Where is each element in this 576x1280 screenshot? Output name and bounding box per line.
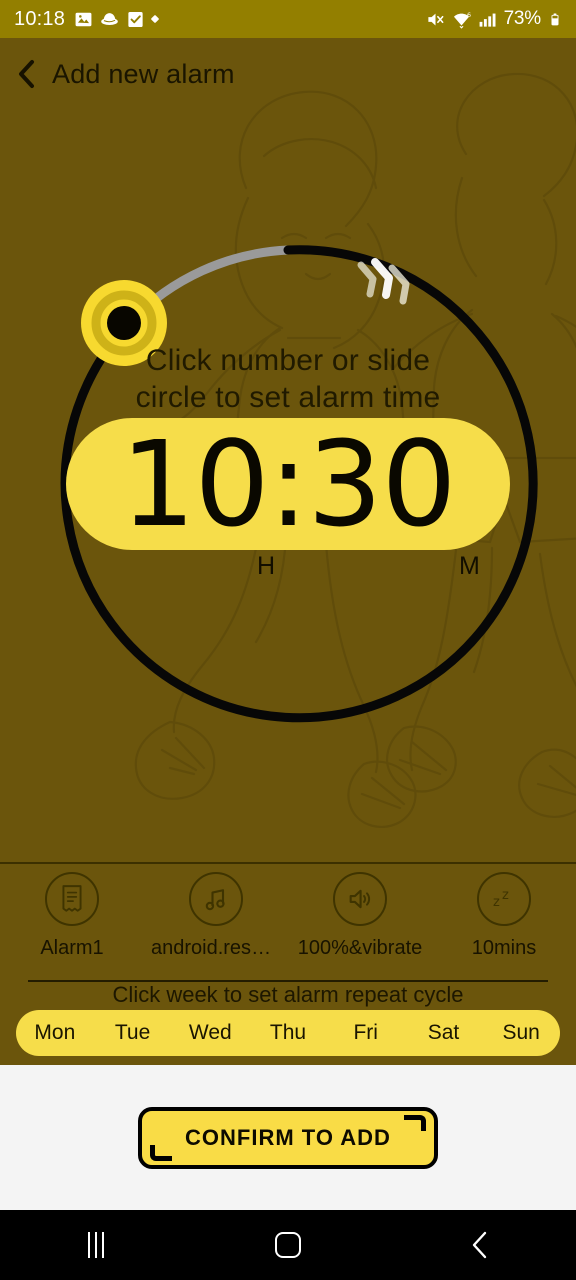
setting-label-3: 10mins: [471, 937, 537, 959]
status-bar-left: 10:18: [14, 8, 426, 31]
home-icon[interactable]: [192, 1232, 384, 1258]
footer-panel: CONFIRM TO ADD: [0, 1065, 576, 1210]
mute-icon: [427, 13, 443, 25]
status-clock: 10:18: [14, 7, 66, 30]
status-bar: 10:18 6 73%: [0, 0, 576, 38]
week-hint-text: Click week to set alarm repeat cycle: [112, 982, 464, 1007]
svg-text:6: 6: [467, 12, 471, 19]
photo-icon: [75, 12, 92, 26]
hm-labels: H M: [0, 552, 576, 582]
hat-icon: [101, 12, 118, 25]
phone-screen: 10:18 6 73% Add new alarm Click number o…: [0, 0, 576, 1280]
setting-label-0: Alarm1: [40, 937, 104, 959]
setting-ringtone[interactable]: android.reso…: [144, 872, 288, 984]
android-nav-bar: [0, 1210, 576, 1280]
alarm-settings-row: Alarm1 android.reso… 100%&vibrate z z 10…: [0, 872, 576, 984]
weekday-wed[interactable]: Wed: [171, 1021, 249, 1045]
setting-snooze[interactable]: z z 10mins: [432, 872, 576, 984]
week-selector: Mon Tue Wed Thu Fri Sat Sun: [16, 1010, 560, 1056]
diamond-dot-icon: [150, 14, 160, 24]
minute-label: M: [459, 552, 480, 580]
wifi-icon: 6: [453, 12, 471, 29]
signal-icon: [479, 13, 496, 27]
setting-label-2: 100%&vibrate: [297, 937, 423, 959]
svg-text:z: z: [493, 895, 500, 910]
weekday-thu[interactable]: Thu: [249, 1021, 327, 1045]
music-note-icon: [189, 872, 243, 926]
dial-hint-line2: circle to set alarm time: [135, 381, 441, 414]
volume-icon: [333, 872, 387, 926]
corner-accent-bottom-left: [150, 1144, 172, 1161]
setting-label-1: android.reso…: [151, 937, 281, 959]
alarm-time-value[interactable]: 10:30: [120, 425, 456, 543]
label-note-icon: [45, 872, 99, 926]
battery-percent: 73%: [503, 8, 542, 29]
weekday-mon[interactable]: Mon: [16, 1021, 94, 1045]
hour-label: H: [257, 552, 276, 580]
corner-accent-top-right: [404, 1114, 426, 1131]
setting-alarm-label[interactable]: Alarm1: [0, 872, 144, 984]
settings-divider: [0, 862, 576, 864]
confirm-to-add-button[interactable]: CONFIRM TO ADD: [138, 1106, 438, 1169]
app-bar: Add new alarm: [0, 38, 576, 110]
battery-icon: [551, 13, 559, 25]
dial-hint-line1: Click number or slide: [145, 344, 431, 377]
confirm-button-label: CONFIRM TO ADD: [185, 1124, 391, 1150]
dial-hint-text: Click number or slide circle to set alar…: [0, 342, 576, 416]
time-display-pill[interactable]: 10:30: [66, 418, 510, 550]
weekday-sun[interactable]: Sun: [482, 1021, 560, 1045]
page-title: Add new alarm: [52, 58, 235, 89]
back-icon[interactable]: [384, 1230, 576, 1260]
weekday-fri[interactable]: Fri: [327, 1021, 405, 1045]
recents-icon[interactable]: [0, 1232, 192, 1258]
weekday-tue[interactable]: Tue: [94, 1021, 172, 1045]
svg-text:z: z: [502, 888, 509, 903]
status-bar-right: 6 73%: [426, 8, 562, 30]
snooze-zz-icon: z z: [477, 872, 531, 926]
setting-volume[interactable]: 100%&vibrate: [288, 872, 432, 984]
back-chevron-icon[interactable]: [14, 59, 40, 89]
weekday-sat[interactable]: Sat: [405, 1021, 483, 1045]
checkbox-icon: [128, 11, 143, 27]
